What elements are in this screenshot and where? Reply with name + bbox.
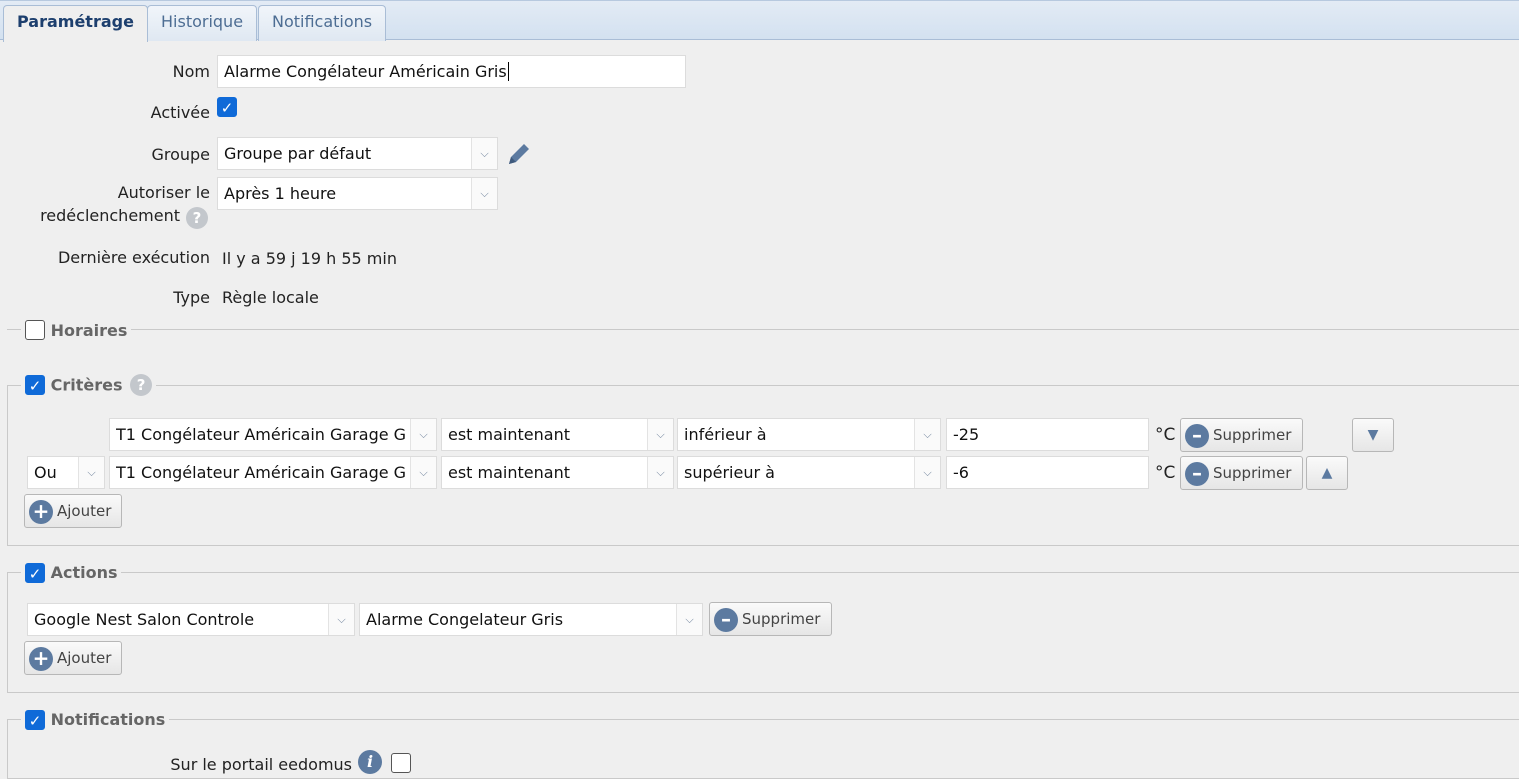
criteres-title: Critères (50, 375, 123, 395)
critere-1-state-select[interactable]: est maintenant ⌵ (441, 418, 674, 451)
chevron-down-icon: ⌵ (647, 419, 673, 450)
chevron-down-icon: ⌵ (471, 178, 497, 209)
horaires-checkbox[interactable] (25, 319, 45, 340)
action-1-device-value: Google Nest Salon Controle (34, 610, 255, 629)
critere-2-operator-value: supérieur à (684, 463, 775, 482)
portail-label: Sur le portail eedomus (170, 755, 352, 774)
chevron-down-icon: ⌵ (914, 457, 940, 488)
critere-2-state-value: est maintenant (448, 463, 570, 482)
critere-1-operator-value: inférieur à (684, 425, 767, 444)
minus-circle-icon: – (714, 608, 738, 632)
critere-2-device-value: T1 Congélateur Américain Garage Gris (116, 463, 406, 482)
activee-checkbox[interactable]: ✓ (217, 97, 237, 117)
criteres-legend: ✓ Critères ? (21, 374, 157, 398)
notifications-legend: ✓ Notifications (21, 709, 170, 733)
horaires-title: Horaires (50, 321, 128, 340)
redeclenchement-label-line1: Autoriser le (117, 183, 210, 202)
chevron-down-icon: ⌵ (914, 419, 940, 450)
critere-1-value-input[interactable]: -25 (946, 418, 1149, 451)
nom-input[interactable]: Alarme Congélateur Américain Gris (217, 55, 686, 88)
chevron-down-icon: ⌵ (78, 457, 104, 488)
triangle-down-icon: ▼ (1367, 427, 1379, 443)
nom-label: Nom (172, 62, 210, 81)
derniere-execution-label: Dernière exécution (57, 248, 210, 267)
critere-1-state-value: est maintenant (448, 425, 570, 444)
action-1-action-value: Alarme Congelateur Gris (366, 610, 564, 629)
critere-1-supprimer-button[interactable]: – Supprimer (1180, 418, 1303, 452)
ajouter-label: Ajouter (57, 502, 112, 520)
triangle-up-icon: ▲ (1321, 465, 1333, 481)
type-value: Règle locale (222, 288, 319, 307)
info-icon[interactable]: i (358, 750, 382, 774)
action-1-device-select[interactable]: Google Nest Salon Controle ⌵ (27, 603, 355, 636)
critere-1-device-select[interactable]: T1 Congélateur Américain Garage Gris ⌵ (109, 418, 437, 451)
ajouter-label: Ajouter (57, 649, 112, 667)
tab-bar: Paramétrage Historique Notifications (0, 0, 1519, 42)
move-up-button[interactable]: ▲ (1306, 456, 1348, 490)
minus-circle-icon: – (1185, 424, 1209, 448)
text-cursor (507, 62, 509, 81)
critere-1-unit: °C (1155, 425, 1176, 445)
critere-1-device-value: T1 Congélateur Américain Garage Gris (116, 425, 406, 444)
tab-notifications[interactable]: Notifications (258, 5, 387, 41)
chevron-down-icon: ⌵ (328, 604, 354, 635)
activee-label: Activée (150, 103, 210, 122)
type-label: Type (173, 288, 210, 307)
action-1-action-select[interactable]: Alarme Congelateur Gris ⌵ (359, 603, 703, 636)
criteres-ajouter-button[interactable]: + Ajouter (24, 494, 122, 528)
critere-1-operator-select[interactable]: inférieur à ⌵ (677, 418, 941, 451)
minus-circle-icon: – (1185, 462, 1209, 486)
supprimer-label: Supprimer (742, 610, 821, 628)
groupe-label: Groupe (151, 145, 210, 164)
critere-2-value-input[interactable]: -6 (946, 456, 1149, 489)
criteres-checkbox[interactable]: ✓ (25, 375, 45, 395)
critere-2-device-select[interactable]: T1 Congélateur Américain Garage Gris ⌵ (109, 456, 437, 489)
chevron-down-icon: ⌵ (471, 138, 497, 169)
nom-input-value: Alarme Congélateur Américain Gris (224, 62, 507, 81)
plus-circle-icon: + (29, 500, 53, 524)
redeclenchement-select-value: Après 1 heure (224, 184, 337, 203)
critere-2-operator-select[interactable]: supérieur à ⌵ (677, 456, 941, 489)
supprimer-label: Supprimer (1213, 426, 1292, 444)
move-down-button[interactable]: ▼ (1352, 418, 1394, 452)
critere-2-connector-value: Ou (34, 463, 57, 482)
derniere-execution-value: Il y a 59 j 19 h 55 min (222, 249, 397, 268)
horaires-legend: Horaires (21, 319, 132, 342)
action-1-supprimer-button[interactable]: – Supprimer (709, 602, 832, 636)
actions-checkbox[interactable]: ✓ (25, 562, 45, 583)
notifications-checkbox[interactable]: ✓ (25, 709, 45, 730)
horaires-divider (7, 329, 1519, 330)
chevron-down-icon: ⌵ (410, 457, 436, 488)
critere-2-connector-select[interactable]: Ou ⌵ (27, 456, 105, 489)
chevron-down-icon: ⌵ (647, 457, 673, 488)
check-icon: ✓ (220, 99, 234, 117)
plus-circle-icon: + (29, 647, 53, 671)
redeclenchement-label-line2: redéclenchement (40, 206, 180, 225)
actions-title: Actions (50, 563, 118, 582)
critere-2-state-select[interactable]: est maintenant ⌵ (441, 456, 674, 489)
critere-2-supprimer-button[interactable]: – Supprimer (1180, 456, 1303, 490)
groupe-select-value: Groupe par défaut (224, 144, 372, 163)
actions-ajouter-button[interactable]: + Ajouter (24, 641, 122, 675)
redeclenchement-select[interactable]: Après 1 heure ⌵ (217, 177, 498, 210)
critere-2-unit: °C (1155, 463, 1176, 483)
actions-legend: ✓ Actions (21, 562, 122, 586)
tab-historique[interactable]: Historique (147, 5, 258, 41)
question-icon[interactable]: ? (130, 374, 153, 396)
tab-parametrage[interactable]: Paramétrage (3, 5, 148, 42)
chevron-down-icon: ⌵ (410, 419, 436, 450)
groupe-select[interactable]: Groupe par défaut ⌵ (217, 137, 498, 170)
notifications-title: Notifications (50, 710, 166, 729)
chevron-down-icon: ⌵ (676, 604, 702, 635)
question-icon[interactable]: ? (186, 207, 208, 229)
supprimer-label: Supprimer (1213, 464, 1292, 482)
pencil-icon[interactable] (505, 140, 533, 168)
portail-checkbox[interactable] (391, 753, 411, 773)
